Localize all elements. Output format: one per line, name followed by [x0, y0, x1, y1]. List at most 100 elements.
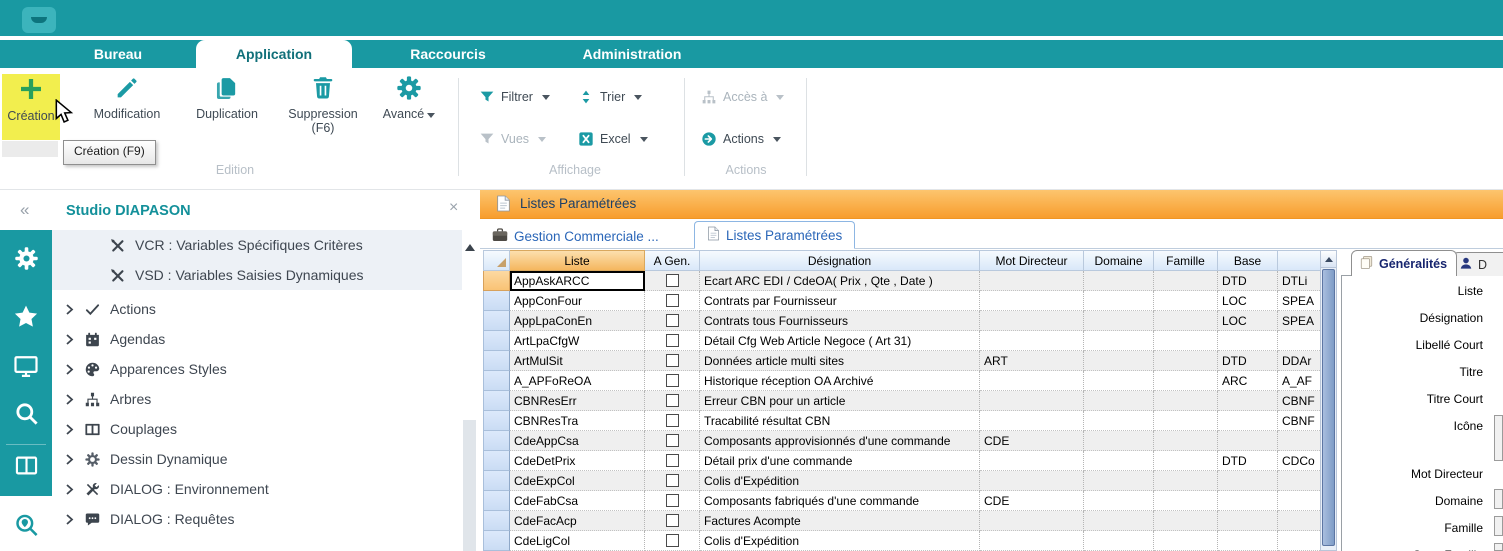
a-gen-checkbox[interactable] [666, 514, 679, 527]
a-gen-checkbox[interactable] [666, 414, 679, 427]
cell-extra[interactable] [1278, 331, 1320, 351]
row-selector[interactable] [483, 371, 510, 391]
table-row[interactable]: CdeDetPrix Détail prix d'une commande DT… [483, 451, 1320, 471]
sous-famille-input[interactable] [1494, 543, 1503, 551]
famille-input[interactable] [1494, 516, 1503, 536]
cell-base[interactable]: LOC [1218, 291, 1278, 311]
cell-a-gen[interactable] [645, 471, 700, 491]
tree-item-couplages[interactable]: Couplages [52, 414, 462, 444]
table-row[interactable]: ArtLpaCfgW Détail Cfg Web Article Negoce… [483, 331, 1320, 351]
cell-mot-directeur[interactable] [980, 371, 1084, 391]
cell-a-gen[interactable] [645, 331, 700, 351]
cell-extra[interactable]: SPEA [1278, 291, 1320, 311]
table-scrollbar[interactable] [1320, 250, 1337, 551]
a-gen-checkbox[interactable] [666, 274, 679, 287]
cell-extra[interactable]: CDCo [1278, 451, 1320, 471]
a-gen-checkbox[interactable] [666, 314, 679, 327]
tab-generalites[interactable]: Généralités [1351, 250, 1457, 276]
avance-dropdown-icon[interactable] [427, 113, 435, 118]
cell-base[interactable]: DTD [1218, 351, 1278, 371]
table-row[interactable]: CBNResTra Tracabilité résultat CBN CBNF [483, 411, 1320, 431]
cell-mot-directeur[interactable] [980, 391, 1084, 411]
cell-a-gen[interactable] [645, 291, 700, 311]
cell-domaine[interactable] [1084, 511, 1154, 531]
cell-base[interactable] [1218, 431, 1278, 451]
a-gen-checkbox[interactable] [666, 534, 679, 547]
cell-domaine[interactable] [1084, 391, 1154, 411]
row-selector[interactable] [483, 511, 510, 531]
a-gen-checkbox[interactable] [666, 334, 679, 347]
cell-liste[interactable]: CBNResTra [510, 411, 645, 431]
cell-designation[interactable]: Composants approvisionnés d'une commande [700, 431, 980, 451]
cell-domaine[interactable] [1084, 291, 1154, 311]
cell-domaine[interactable] [1084, 531, 1154, 551]
cell-mot-directeur[interactable] [980, 451, 1084, 471]
cell-mot-directeur[interactable] [980, 411, 1084, 431]
cell-base[interactable] [1218, 531, 1278, 551]
cell-famille[interactable] [1154, 511, 1218, 531]
cell-a-gen[interactable] [645, 431, 700, 451]
tree-item-actions[interactable]: Actions [52, 294, 462, 324]
cell-famille[interactable] [1154, 411, 1218, 431]
table-row[interactable]: CdeLigCol Colis d'Expédition [483, 531, 1320, 551]
cell-designation[interactable]: Colis d'Expédition [700, 471, 980, 491]
table-row[interactable]: AppConFour Contrats par Fournisseur LOC … [483, 291, 1320, 311]
cell-a-gen[interactable] [645, 491, 700, 511]
cell-liste[interactable]: ArtMulSit [510, 351, 645, 371]
modification-button[interactable]: Modification [76, 74, 178, 140]
cell-base[interactable]: LOC [1218, 311, 1278, 331]
cell-liste[interactable]: CdeExpCol [510, 471, 645, 491]
column-header-mot-directeur[interactable]: Mot Directeur [980, 250, 1084, 271]
cell-designation[interactable]: Contrats tous Fournisseurs [700, 311, 980, 331]
cell-mot-directeur[interactable] [980, 271, 1084, 291]
star-icon[interactable] [0, 303, 52, 331]
cell-base[interactable] [1218, 391, 1278, 411]
a-gen-checkbox[interactable] [666, 354, 679, 367]
icone-input[interactable] [1494, 415, 1503, 461]
column-header-base[interactable]: Base [1218, 250, 1278, 271]
cell-a-gen[interactable] [645, 271, 700, 291]
cell-domaine[interactable] [1084, 491, 1154, 511]
cell-extra[interactable]: DTLi [1278, 271, 1320, 291]
cell-mot-directeur[interactable] [980, 331, 1084, 351]
cell-base[interactable] [1218, 411, 1278, 431]
cell-extra[interactable] [1278, 431, 1320, 451]
cell-extra[interactable]: CBNF [1278, 411, 1320, 431]
cell-domaine[interactable] [1084, 311, 1154, 331]
scroll-up-button[interactable] [1321, 251, 1336, 268]
cell-mot-directeur[interactable]: CDE [980, 431, 1084, 451]
row-selector[interactable] [483, 451, 510, 471]
cell-extra[interactable]: A_AF [1278, 371, 1320, 391]
a-gen-checkbox[interactable] [666, 374, 679, 387]
cell-a-gen[interactable] [645, 371, 700, 391]
app-logo-icon[interactable] [22, 7, 56, 33]
cell-base[interactable] [1218, 331, 1278, 351]
cell-a-gen[interactable] [645, 531, 700, 551]
cell-famille[interactable] [1154, 531, 1218, 551]
row-selector[interactable] [483, 351, 510, 371]
cell-liste[interactable]: CdeLigCol [510, 531, 645, 551]
scrollbar-thumb[interactable] [463, 420, 476, 551]
cell-a-gen[interactable] [645, 511, 700, 531]
tree-item-apparences[interactable]: Apparences Styles [52, 354, 462, 384]
cell-mot-directeur[interactable] [980, 291, 1084, 311]
cell-designation[interactable]: Détail prix d'une commande [700, 451, 980, 471]
cell-extra[interactable]: CBNF [1278, 391, 1320, 411]
cell-liste[interactable]: CdeAppCsa [510, 431, 645, 451]
cell-extra[interactable]: SPEA [1278, 311, 1320, 331]
suppression-button[interactable]: Suppression (F6) [276, 74, 370, 140]
a-gen-checkbox[interactable] [666, 294, 679, 307]
tree-scrollbar[interactable] [462, 230, 478, 551]
cell-liste[interactable]: AppAskARCC [510, 271, 645, 291]
tree-item-vcr[interactable]: VCR : Variables Spécifiques Critères [52, 230, 462, 260]
split-panes-icon[interactable] [0, 452, 52, 479]
tab-bureau[interactable]: Bureau [58, 40, 178, 68]
a-gen-checkbox[interactable] [666, 434, 679, 447]
column-header-domaine[interactable]: Domaine [1084, 250, 1154, 271]
cell-famille[interactable] [1154, 471, 1218, 491]
tree-item-vsd[interactable]: VSD : Variables Saisies Dynamiques [52, 260, 462, 290]
row-selector[interactable] [483, 331, 510, 351]
table-row[interactable]: A_APFoReOA Historique réception OA Archi… [483, 371, 1320, 391]
cell-famille[interactable] [1154, 451, 1218, 471]
cell-a-gen[interactable] [645, 451, 700, 471]
